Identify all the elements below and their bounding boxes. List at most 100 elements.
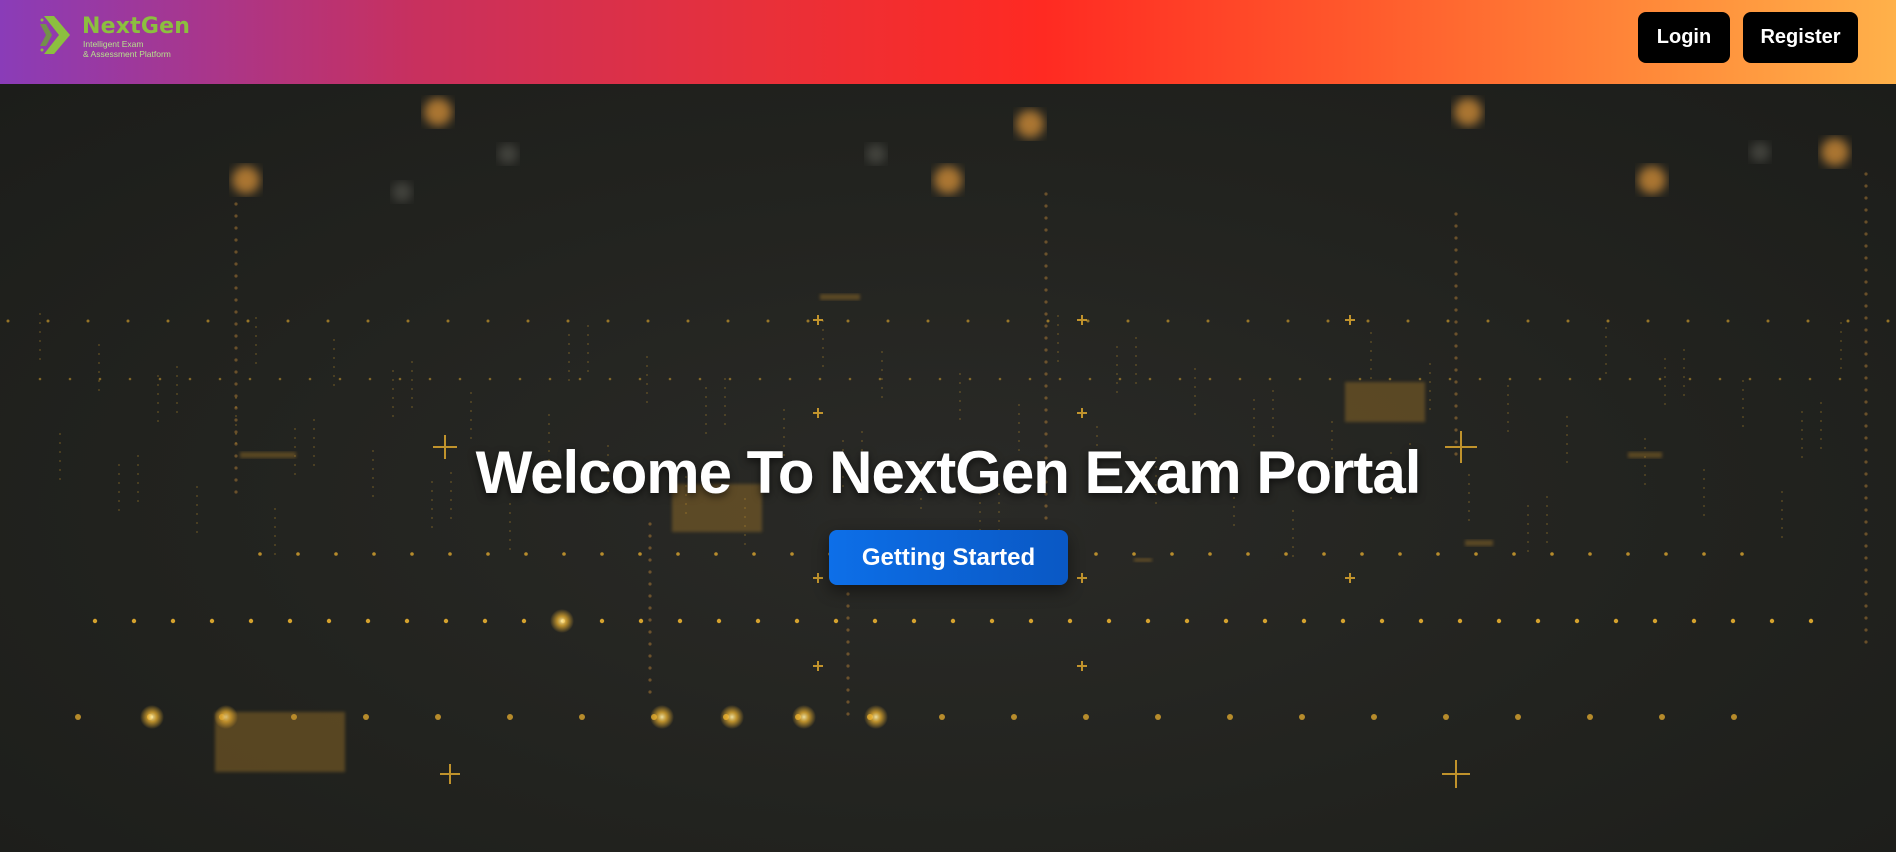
particle — [1322, 552, 1326, 556]
particle — [398, 377, 402, 381]
particle — [1253, 399, 1255, 401]
particle — [232, 166, 260, 194]
particle — [638, 552, 642, 556]
particle — [1028, 618, 1034, 624]
sparkle — [813, 573, 823, 583]
particle — [509, 512, 511, 514]
particle — [368, 377, 372, 381]
particle — [1094, 552, 1098, 556]
particle — [1864, 520, 1868, 524]
particle — [1546, 523, 1548, 525]
particle — [157, 384, 159, 386]
particle — [166, 319, 170, 323]
particle — [1840, 367, 1842, 369]
particle — [752, 552, 756, 556]
particle — [1006, 319, 1010, 323]
particle — [176, 393, 178, 395]
particle — [392, 379, 394, 381]
register-button[interactable]: Register — [1743, 12, 1858, 63]
particle — [1454, 236, 1458, 240]
particle — [1106, 618, 1112, 624]
particle — [1436, 552, 1440, 556]
particle — [1223, 618, 1229, 624]
particle — [1292, 555, 1294, 557]
particle — [255, 317, 257, 319]
particle — [959, 409, 961, 411]
particle — [1864, 544, 1868, 548]
particle — [1057, 342, 1059, 344]
sparkle — [1442, 760, 1470, 788]
particle — [648, 630, 652, 634]
particle — [1646, 319, 1650, 323]
particle — [1703, 514, 1705, 516]
particle — [1507, 412, 1509, 414]
particle — [1246, 552, 1250, 556]
particle — [646, 365, 648, 367]
particle — [509, 521, 511, 523]
particle — [234, 334, 238, 338]
particle — [518, 377, 522, 381]
particle — [234, 202, 238, 206]
particle — [1507, 385, 1509, 387]
particle — [234, 226, 238, 230]
particle — [744, 534, 746, 536]
particle — [1864, 616, 1868, 620]
particle — [822, 347, 824, 349]
code-snippet-glow — [215, 712, 345, 772]
sparkle — [1345, 573, 1355, 583]
getting-started-button[interactable]: Getting Started — [829, 530, 1068, 585]
particle — [486, 552, 490, 556]
particle — [568, 343, 570, 345]
particle — [648, 570, 652, 574]
particle — [1429, 363, 1431, 365]
particle — [1468, 510, 1470, 512]
particle — [648, 546, 652, 550]
particle — [846, 592, 850, 596]
particle — [157, 375, 159, 377]
particle — [1546, 514, 1548, 516]
particle — [507, 714, 513, 720]
particle — [600, 552, 604, 556]
particle — [234, 322, 238, 326]
particle — [926, 319, 930, 323]
particle — [1626, 552, 1630, 556]
particle — [1566, 434, 1568, 436]
particle — [720, 705, 744, 729]
particle — [1864, 412, 1868, 416]
particle — [1253, 435, 1255, 437]
particle — [1864, 352, 1868, 356]
particle — [1044, 360, 1048, 364]
particle — [1057, 351, 1059, 353]
particle — [638, 618, 644, 624]
particle — [1702, 552, 1706, 556]
particle — [333, 357, 335, 359]
particle — [1864, 220, 1868, 224]
particle — [648, 558, 652, 562]
particle — [392, 388, 394, 390]
particle — [246, 319, 250, 323]
particle — [1448, 377, 1452, 381]
particle — [255, 335, 257, 337]
particle — [98, 353, 100, 355]
particle — [1044, 264, 1048, 268]
particle — [234, 238, 238, 242]
particle — [1664, 358, 1666, 360]
particle — [176, 402, 178, 404]
particle — [866, 144, 886, 164]
particle — [1429, 372, 1431, 374]
particle — [1658, 377, 1662, 381]
particle — [1454, 272, 1458, 276]
login-button[interactable]: Login — [1638, 12, 1730, 63]
brand-logo[interactable]: NextGen Intelligent Exam & Assessment Pl… — [40, 14, 200, 62]
particle — [646, 392, 648, 394]
particle — [744, 543, 746, 545]
particle — [1846, 319, 1850, 323]
particle — [1272, 399, 1274, 401]
particle — [1683, 385, 1685, 387]
particle — [1864, 172, 1868, 176]
particle — [157, 402, 159, 404]
particle — [488, 377, 492, 381]
particle — [1253, 417, 1255, 419]
particle — [766, 319, 770, 323]
particle — [646, 356, 648, 358]
